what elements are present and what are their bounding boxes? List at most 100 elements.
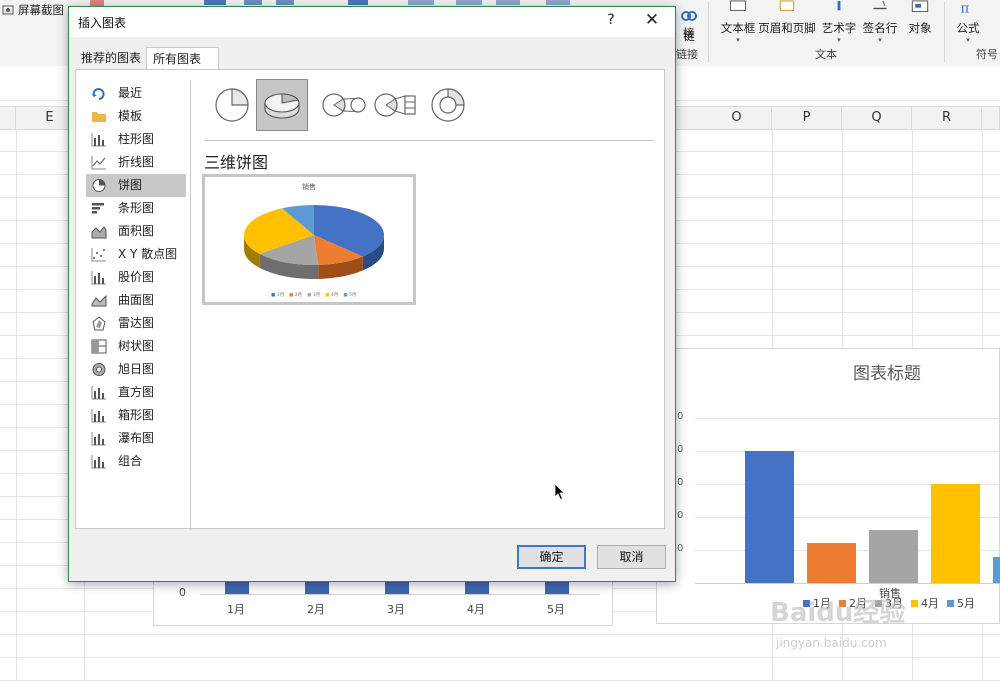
dialog-titlebar[interactable]: 插入图表 ? ✕ (69, 7, 675, 37)
preview-legend-item: ■ 5月 (343, 293, 357, 298)
column-header-r[interactable]: R (912, 107, 982, 129)
chart-type-label: 组合 (118, 454, 143, 468)
x-tick-label: 2月 (307, 603, 325, 616)
preview-legend-item: ■ 4月 (325, 293, 339, 298)
link-icon (681, 11, 697, 21)
svg-text:π: π (960, 1, 969, 16)
chevron-down-icon: ▾ (736, 36, 740, 44)
ok-button[interactable]: 确定 (517, 545, 586, 569)
chart-type-item[interactable]: 瀑布图 (86, 427, 186, 450)
preview-legend-item: ■ 1月 (271, 293, 285, 298)
chart-bar[interactable] (745, 451, 794, 583)
chart-type-label: 模板 (118, 109, 143, 123)
subtype-pie-of-pie[interactable] (318, 79, 370, 131)
y-tick-label: 0 (677, 411, 684, 422)
tab-recommended-charts[interactable]: 推荐的图表 (75, 47, 147, 69)
pie-of-pie-icon (322, 93, 366, 117)
scatter-chart-icon (91, 248, 106, 262)
baidu-watermark: Baidu经验 jingyan.baidu.com (770, 592, 990, 662)
subtype-bar-of-pie[interactable] (370, 79, 422, 131)
chart-type-item[interactable]: 直方图 (86, 381, 186, 404)
header-footer-button[interactable]: 页眉和页脚 (758, 0, 816, 44)
recent-icon (92, 88, 105, 100)
textbox-icon (729, 0, 747, 11)
y-tick-label: 0 (677, 444, 684, 455)
column-header-q[interactable]: Q (842, 107, 912, 129)
bar-of-pie-icon (374, 93, 416, 117)
y-tick-label: 0 (677, 510, 684, 521)
chart-type-item[interactable]: 组合 (86, 450, 186, 473)
column-header-p[interactable]: P (772, 107, 842, 129)
chart-type-item[interactable]: 最近 (86, 82, 186, 105)
radar-chart-icon (92, 316, 106, 331)
wordart-button[interactable]: 艺术字 ▾ (820, 0, 858, 44)
chart-type-item[interactable]: 饼图 (86, 174, 186, 197)
preview-3d-pie (244, 205, 384, 279)
chart-type-item[interactable]: X Y 散点图 (86, 243, 186, 266)
textbox-label: 文本框 (720, 21, 756, 35)
object-button[interactable]: 对象 (904, 0, 936, 44)
chart-title[interactable]: 图表标题 (657, 359, 1000, 384)
close-button[interactable]: ✕ (641, 10, 663, 30)
chart-type-item[interactable]: 面积图 (86, 220, 186, 243)
chart-type-label: 折线图 (118, 155, 155, 169)
y-tick-label: 0 (677, 543, 684, 554)
formula-label: 公式 (956, 21, 980, 35)
chart-type-item[interactable]: 股价图 (86, 266, 186, 289)
chart-type-label: 面积图 (118, 224, 155, 238)
chart-type-item[interactable]: 柱形图 (86, 128, 186, 151)
link-group-label: 链接 (676, 48, 698, 61)
subtype-title: 三维饼图 (204, 153, 269, 172)
signature-button[interactable]: 签名行 ▾ (860, 0, 900, 44)
column-header-o[interactable]: O (702, 107, 772, 129)
chart-type-item[interactable]: 曲面图 (86, 289, 186, 312)
chart-type-item[interactable]: 树状图 (86, 335, 186, 358)
chart-type-label: X Y 散点图 (118, 247, 178, 261)
waterfall-icon (91, 432, 106, 446)
chart-bar[interactable] (993, 556, 1000, 583)
x-tick-label: 4月 (467, 603, 485, 616)
formula-button[interactable]: π 公式 ▾ (952, 0, 984, 44)
watermark-url: jingyan.baidu.com (776, 636, 887, 650)
chevron-down-icon: ▾ (966, 36, 970, 44)
signature-icon (873, 0, 887, 10)
subtype-doughnut[interactable] (422, 79, 474, 131)
chart-type-label: 柱形图 (118, 132, 155, 146)
x-tick-label: 1月 (227, 603, 245, 616)
preview-chart-title: 销售 (302, 183, 316, 191)
screenshot-button[interactable]: 屏幕截图 (2, 2, 64, 18)
chart-bar[interactable] (869, 530, 918, 583)
ribbon-separator (708, 2, 709, 62)
chart-type-item[interactable]: 模板 (86, 105, 186, 128)
chart-bar[interactable] (931, 484, 980, 583)
chart-bar[interactable] (807, 543, 856, 583)
subtype-divider (204, 140, 654, 141)
object-icon (911, 0, 929, 13)
textbox-button[interactable]: 文本框 ▾ (718, 0, 758, 44)
help-button[interactable]: ? (601, 12, 621, 28)
chart-type-label: 最近 (118, 86, 143, 100)
stock-chart-icon (91, 271, 106, 285)
chart-type-item[interactable]: 折线图 (86, 151, 186, 174)
subtype-3d-pie[interactable] (256, 79, 308, 131)
symbols-group-label: 符号 (976, 48, 998, 61)
subtype-pie[interactable] (206, 79, 258, 131)
line-chart-icon (91, 156, 106, 170)
chart-type-item[interactable]: 旭日图 (86, 358, 186, 381)
column-chart-right[interactable]: 图表标题 0 0 0 0 0 销售 1月 2月 3月 4月 5月 (656, 348, 1000, 624)
chevron-down-icon: ▾ (837, 36, 841, 44)
column-chart-icon (91, 133, 106, 147)
chart-type-item[interactable]: 条形图 (86, 197, 186, 220)
chart-type-item[interactable]: 雷达图 (86, 312, 186, 335)
chart-type-item[interactable]: 箱形图 (86, 404, 186, 427)
column-chart-left[interactable]: 0 1月 2月 3月 4月 5月 (153, 578, 613, 626)
preview-legend-item: ■ 2月 (289, 293, 303, 298)
preview-legend-item: ■ 3月 (307, 293, 321, 298)
preview-legend: ■ 1月 ■ 2月 ■ 3月 ■ 4月 ■ 5月 (271, 292, 356, 298)
chart-preview[interactable]: 销售 ■ 1月 ■ 2月 ■ 3月 ■ 4月 ■ 5月 (202, 174, 416, 305)
cancel-button[interactable]: 取消 (597, 545, 666, 569)
chart-type-label: 箱形图 (118, 408, 155, 422)
wordart-label: 艺术字 (821, 21, 857, 35)
tab-all-charts[interactable]: 所有图表 (146, 47, 219, 70)
chart-type-label: 雷达图 (118, 316, 155, 330)
